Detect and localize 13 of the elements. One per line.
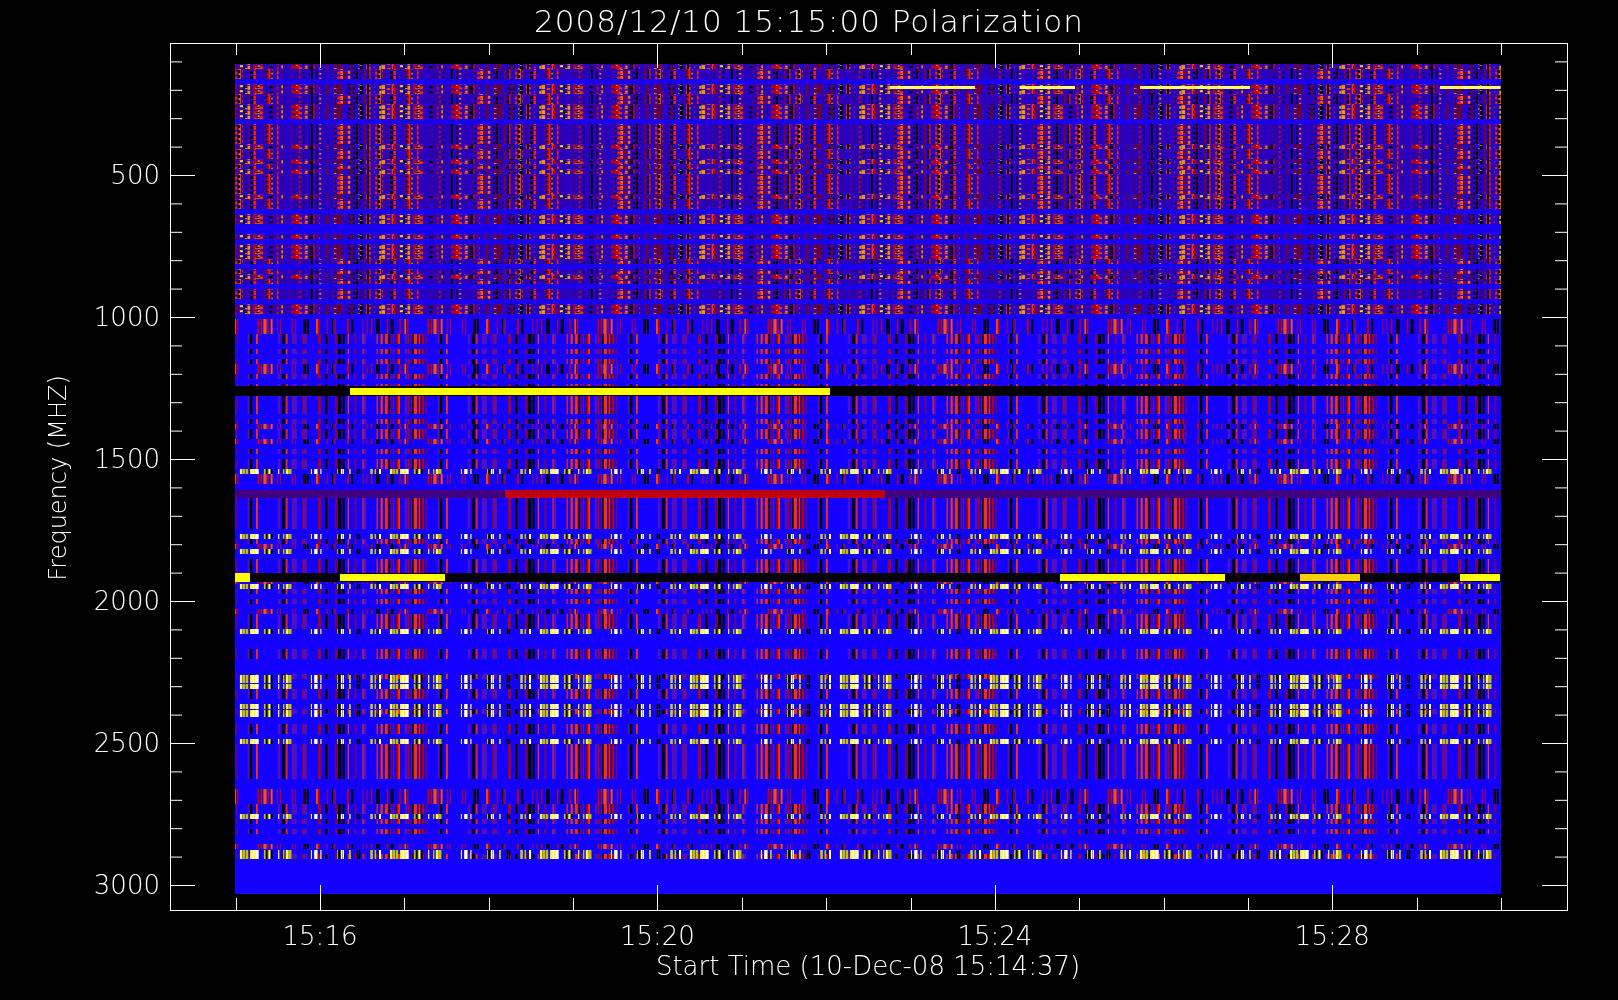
x-tick-label: 15:28 xyxy=(1294,921,1370,951)
y-tick-label: 3000 xyxy=(93,870,160,900)
x-axis-label: Start Time (10-Dec-08 15:14:37) xyxy=(655,951,1081,981)
y-tick-label: 1000 xyxy=(93,302,160,332)
plot-title: 2008/12/10 15:15:00 Polarization xyxy=(534,2,1084,40)
y-tick-label: 1500 xyxy=(93,444,160,474)
x-tick-label: 15:24 xyxy=(957,921,1033,951)
y-tick-label: 2000 xyxy=(93,586,160,616)
x-tick-label: 15:16 xyxy=(282,921,358,951)
y-tick-label: 2500 xyxy=(93,728,160,758)
x-tick-label: 15:20 xyxy=(619,921,695,951)
y-tick-label: 500 xyxy=(110,160,160,190)
y-axis-label: Frequency (MHZ) xyxy=(44,375,72,581)
